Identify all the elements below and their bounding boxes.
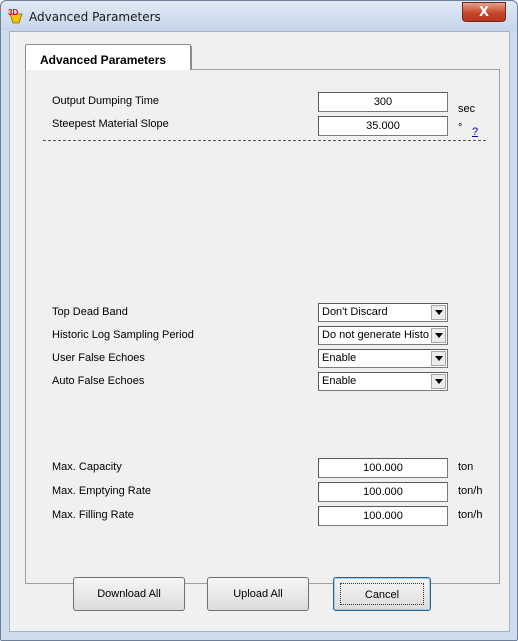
output-dumping-time-unit: sec bbox=[458, 103, 476, 115]
max-emptying-rate-unit: ton/h bbox=[458, 485, 483, 497]
output-dumping-time-label: Output Dumping Time bbox=[52, 95, 159, 107]
help-link[interactable]: ? bbox=[472, 126, 478, 138]
download-all-button[interactable]: Download All bbox=[73, 577, 185, 611]
dialog-client-area: Advanced Parameters Output Dumping Time … bbox=[9, 31, 510, 632]
auto-false-echoes-label: Auto False Echoes bbox=[52, 375, 145, 387]
tab-label: Advanced Parameters bbox=[40, 53, 167, 67]
output-dumping-time-input[interactable]: 300 bbox=[318, 92, 448, 112]
tab-divider bbox=[191, 46, 195, 70]
title-bar[interactable]: 3D Advanced Parameters X bbox=[1, 1, 517, 31]
auto-false-echoes-value: Enable bbox=[322, 375, 357, 387]
user-false-echoes-select[interactable]: Enable bbox=[318, 349, 448, 368]
chevron-down-icon[interactable] bbox=[431, 351, 446, 366]
max-filling-rate-input[interactable]: 100.000 bbox=[318, 506, 448, 526]
tab-advanced-parameters[interactable]: Advanced Parameters bbox=[25, 44, 191, 70]
top-dead-band-value: Don't Discard bbox=[322, 306, 388, 318]
chevron-down-icon[interactable] bbox=[431, 374, 446, 389]
dialog-window: 3D Advanced Parameters X Advanced Parame… bbox=[0, 0, 518, 641]
top-dead-band-label: Top Dead Band bbox=[52, 306, 128, 318]
user-false-echoes-value: Enable bbox=[322, 352, 357, 364]
max-emptying-rate-label: Max. Emptying Rate bbox=[52, 485, 152, 497]
user-false-echoes-label: User False Echoes bbox=[52, 352, 145, 364]
chevron-down-icon[interactable] bbox=[431, 305, 446, 320]
max-capacity-input[interactable]: 100.000 bbox=[318, 458, 448, 478]
degree-unit: ° bbox=[458, 122, 463, 134]
close-button[interactable]: X bbox=[462, 2, 506, 22]
top-dead-band-select[interactable]: Don't Discard bbox=[318, 303, 448, 322]
steepest-material-slope-label: Steepest Material Slope bbox=[52, 118, 169, 130]
cancel-button-label: Cancel bbox=[340, 583, 424, 605]
historic-log-label: Historic Log Sampling Period bbox=[52, 329, 194, 341]
close-icon: X bbox=[478, 4, 490, 20]
chevron-down-icon[interactable] bbox=[431, 328, 446, 343]
svg-text:3D: 3D bbox=[8, 8, 18, 17]
historic-log-select[interactable]: Do not generate Histoı bbox=[318, 326, 448, 345]
window-title: Advanced Parameters bbox=[29, 10, 161, 24]
3d-app-icon: 3D bbox=[8, 8, 23, 24]
max-emptying-rate-input[interactable]: 100.000 bbox=[318, 482, 448, 502]
max-capacity-unit: ton bbox=[458, 461, 474, 473]
cancel-button[interactable]: Cancel bbox=[333, 577, 431, 611]
steepest-material-slope-input[interactable]: 35.000 bbox=[318, 116, 448, 136]
auto-false-echoes-select[interactable]: Enable bbox=[318, 372, 448, 391]
historic-log-value: Do not generate Histoı bbox=[322, 329, 430, 341]
upload-all-button[interactable]: Upload All bbox=[207, 577, 309, 611]
max-filling-rate-unit: ton/h bbox=[458, 509, 483, 521]
max-filling-rate-label: Max. Filling Rate bbox=[52, 509, 134, 521]
parameters-panel: Output Dumping Time 300 sec Steepest Mat… bbox=[25, 69, 500, 584]
max-capacity-label: Max. Capacity bbox=[52, 461, 122, 473]
section-divider bbox=[43, 140, 486, 141]
